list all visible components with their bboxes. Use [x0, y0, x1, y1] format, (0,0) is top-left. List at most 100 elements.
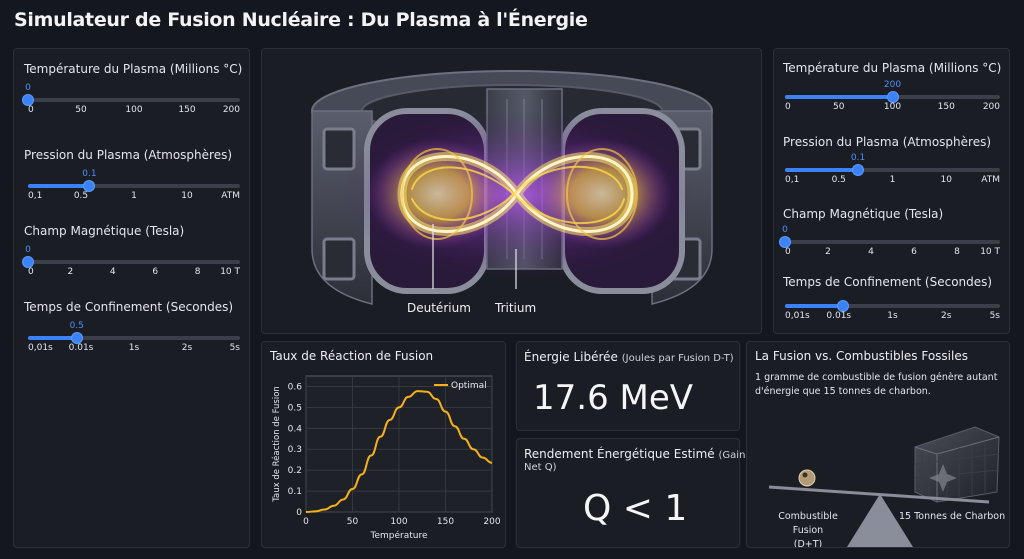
pressure-slider[interactable]: 0.1 0,1 0.5 1 10 ATM	[785, 153, 1000, 185]
yield-title-line2: Net Q)	[524, 462, 557, 473]
slider-thumb[interactable]	[853, 165, 864, 175]
slider-value: 0	[25, 83, 31, 93]
slider-tick-label: 4	[109, 267, 116, 277]
temperature-slider[interactable]: 200 0 50 100 150 200	[785, 80, 1000, 112]
slider-tick-label: 2s	[941, 311, 952, 321]
slider-tick-label: 2	[67, 267, 74, 277]
slider-tick-label: 0	[785, 102, 791, 112]
coil-block-left-lower	[322, 237, 356, 281]
y-tick-label: 0.6	[288, 382, 303, 392]
slider-tick-label: 0,1	[28, 191, 43, 201]
slider-tick-label: 200	[222, 105, 240, 115]
slider-tick-label: ATM	[981, 175, 1000, 185]
slider-tick-label: 8	[194, 267, 201, 277]
slider-thumb[interactable]	[84, 181, 95, 191]
slider-thumb[interactable]	[23, 95, 33, 105]
slider-tick-label: 0.01s	[68, 343, 94, 353]
slider-tick-label: 8	[954, 247, 960, 257]
energy-title-text: Énergie Libérée	[524, 350, 618, 364]
slider-value: 200	[883, 80, 902, 90]
x-tick-label: 0	[303, 517, 309, 527]
slider-thumb[interactable]	[838, 301, 849, 311]
pressure-label: Pression du Plasma (Atmosphères)	[24, 148, 233, 162]
yield-title-paren: (Gain	[718, 450, 746, 461]
x-tick-label: 150	[437, 517, 454, 527]
magnetic-field-slider[interactable]: 0 0 2 4 6 8 10 T	[780, 225, 1000, 257]
slider-tick-label: ATM	[221, 191, 240, 201]
slider-tick-label: 2s	[181, 343, 193, 353]
temperature-label: Température du Plasma (Millions °C)	[783, 61, 1002, 75]
slider-tick-label: 0	[28, 105, 34, 115]
energy-yield-title: Rendement Énergétique Estimé (Gain	[524, 447, 745, 461]
slider-tick-label: 0,1	[785, 175, 800, 185]
slider-tick-label: 1s	[887, 311, 898, 321]
coal-label: 15 Tonnes de Charbon	[899, 511, 1006, 522]
slider-tick-label: 10	[181, 191, 193, 201]
slider-tick-label: 0.5	[73, 191, 89, 201]
magnetic-field-label: Champ Magnétique (Tesla)	[24, 224, 185, 238]
slider-tick-label: 1s	[128, 343, 140, 353]
energy-released-title: Énergie Libérée (Joules par Fusion D-T)	[524, 350, 734, 364]
slider-thumb[interactable]	[780, 237, 790, 247]
deuterium-label: Deutérium	[407, 301, 471, 315]
magnetic-field-label: Champ Magnétique (Tesla)	[783, 207, 944, 221]
slider-thumb[interactable]	[887, 92, 898, 102]
legend-label: Optimal	[451, 381, 487, 391]
temperature-label: Température du Plasma (Millions °C)	[24, 62, 243, 76]
slider-tick-label: 2	[825, 247, 831, 257]
energy-released-panel: Énergie Libérée (Joules par Fusion D-T) …	[516, 341, 740, 431]
slider-fill	[785, 168, 859, 172]
y-tick-label: 0.1	[288, 487, 302, 497]
slider-tick-label: 5s	[229, 343, 240, 353]
slider-thumb[interactable]	[23, 257, 33, 267]
slider-tick-label: 1	[131, 191, 137, 201]
slider-thumb[interactable]	[71, 333, 82, 343]
temperature-slider[interactable]: 0 0 50 100 150 200	[23, 83, 240, 115]
fusion-label-line1: Combustible Fusion	[778, 511, 838, 536]
reaction-rate-chart: 0 50 100 150 200 0 0.1 0.2 0.3 0.4 0.5 0.6 Températu…	[271, 375, 501, 541]
tokamak-illustration	[311, 70, 713, 305]
pressure-slider[interactable]: 0.1 0,1 0.5 1 10 ATM	[28, 169, 240, 201]
slider-tick-label: 10 T	[220, 267, 240, 277]
slider-tick-label: 10 T	[980, 247, 1000, 257]
slider-tick-label: 150	[178, 105, 196, 115]
x-tick-label: 50	[347, 517, 359, 527]
pressure-label: Pression du Plasma (Atmosphères)	[783, 135, 992, 149]
slider-tick-label: 100	[125, 105, 143, 115]
slider-tick-label: 0,01s	[28, 343, 53, 353]
slider-tick-label: 10	[940, 175, 952, 185]
slider-tick-label: 0	[785, 247, 791, 257]
reaction-rate-panel: Taux de Réaction de Fusion 0 50 100 150 200 0…	[261, 341, 506, 548]
slider-tick-label: 1	[889, 175, 896, 185]
confinement-slider[interactable]: 0,01s 0.01s 1s 2s 5s	[785, 289, 1000, 321]
slider-tick-label: 0	[28, 267, 34, 277]
slider-track[interactable]	[28, 98, 240, 102]
x-axis-label: Température	[369, 530, 427, 541]
magnetic-field-slider[interactable]: 0 0 2 4 6 8 10 T	[23, 245, 240, 277]
slider-tick-label: 150	[937, 102, 955, 112]
y-tick-label: 0.5	[288, 403, 302, 413]
slider-fill	[28, 336, 77, 340]
q-value: Q < 1	[583, 488, 688, 529]
slider-tick-label: 0,01s	[785, 311, 810, 321]
slider-value: 0	[25, 245, 31, 255]
y-tick-label: 0.3	[288, 445, 302, 455]
y-axis-label: Taux de Réaction de Fusion	[271, 386, 282, 503]
left-control-panel: Température du Plasma (Millions °C) 0 0 50…	[13, 48, 250, 548]
energy-value: 17.6 MeV	[533, 378, 694, 418]
slider-track[interactable]	[785, 240, 1000, 244]
slider-value: 0.5	[69, 321, 84, 331]
slider-tick-label: 200	[982, 102, 1000, 112]
slider-track[interactable]	[28, 260, 240, 264]
slider-fill	[785, 95, 893, 99]
slider-tick-label: 0.01s	[826, 311, 852, 321]
slider-tick-label: 50	[75, 105, 87, 115]
fusion-fuel-icon	[798, 469, 816, 487]
slider-tick-label: 6	[911, 247, 917, 257]
energy-subtitle-text: (Joules par Fusion D-T)	[621, 353, 734, 364]
confinement-slider[interactable]: 0.5 0,01s 0.01s 1s 2s 5s	[28, 321, 240, 353]
slider-value: 0	[782, 225, 788, 235]
coal-pile-icon	[914, 426, 1000, 503]
page-title: Simulateur de Fusion Nucléaire : Du Plas…	[14, 9, 588, 31]
slider-tick-label: 6	[152, 267, 159, 277]
